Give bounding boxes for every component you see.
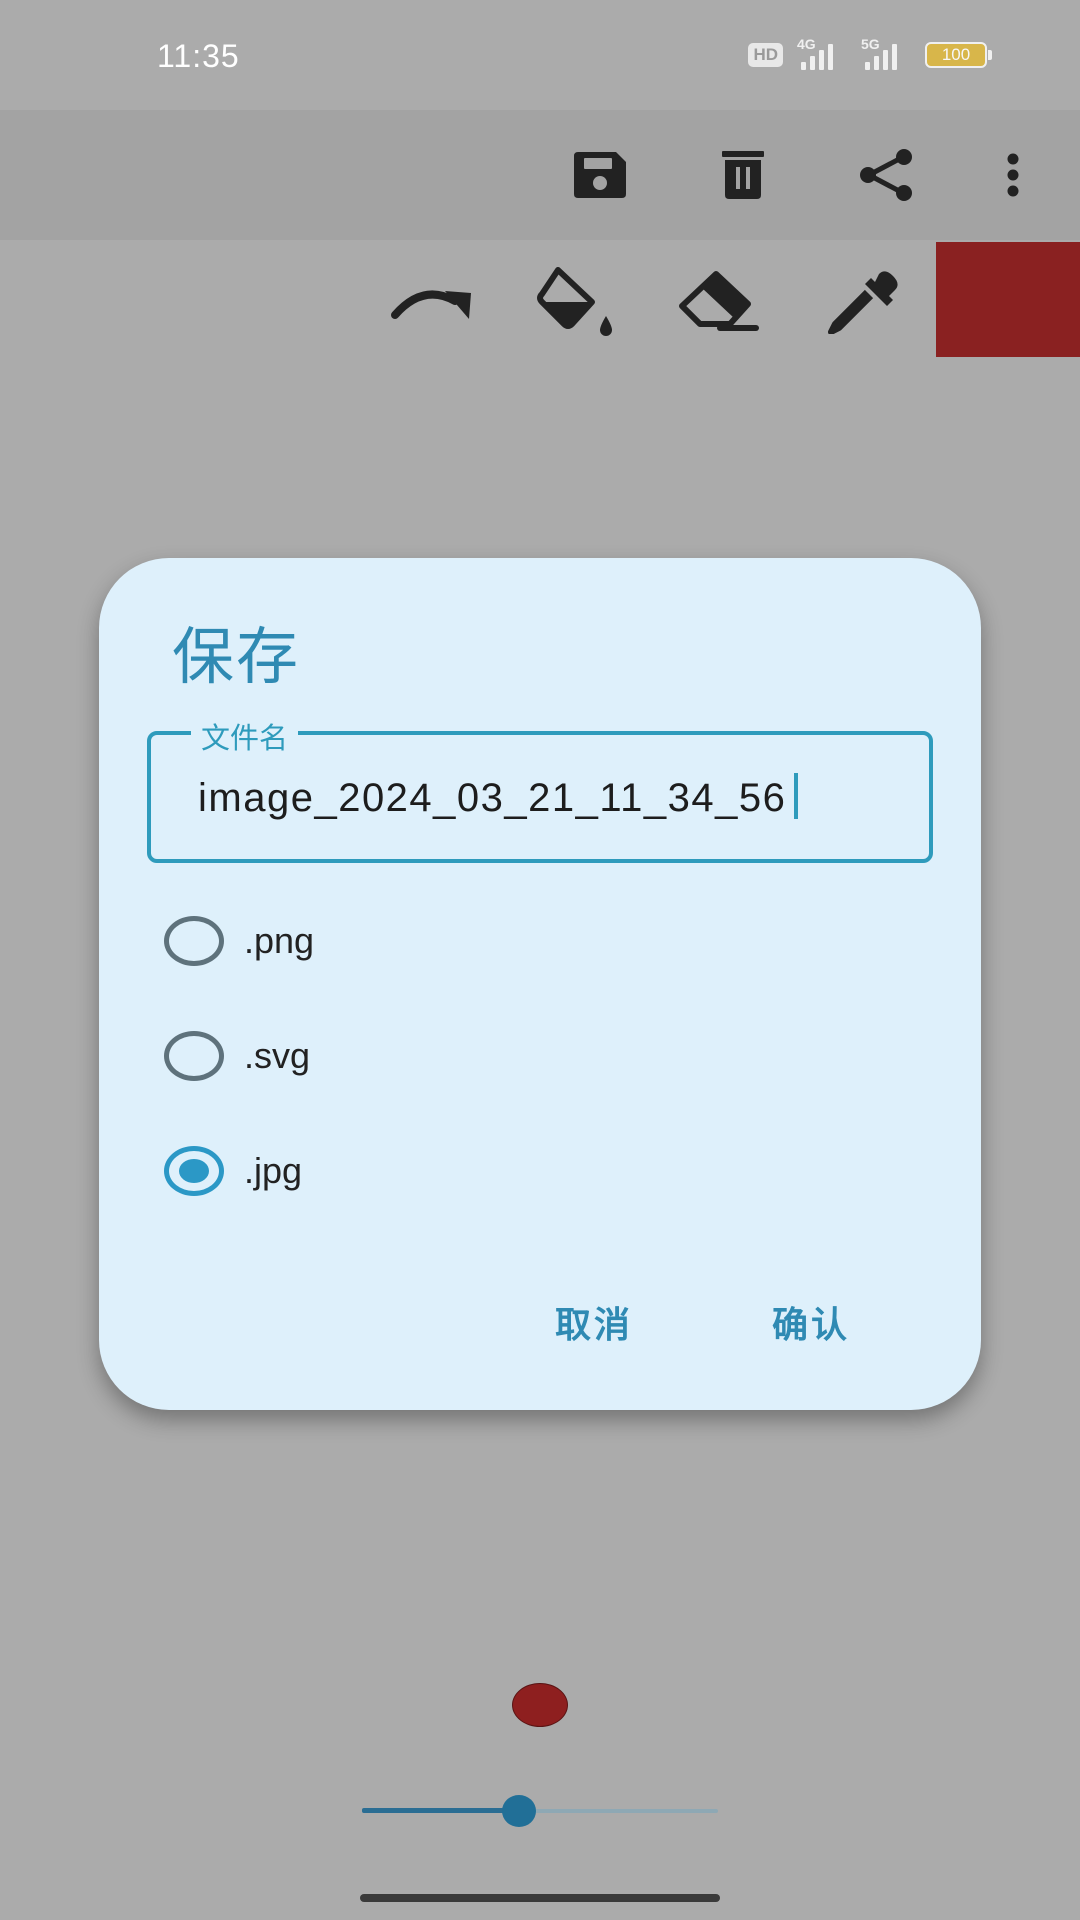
dialog-title: 保存 xyxy=(172,623,301,692)
eyedropper-button[interactable] xyxy=(818,262,908,342)
share-button[interactable] xyxy=(847,135,927,215)
format-option-jpg[interactable]: .jpg xyxy=(164,1136,302,1206)
confirm-button[interactable]: 确认 xyxy=(772,1296,850,1348)
signal-4g-icon: 4G xyxy=(797,36,847,70)
fill-bucket-button[interactable] xyxy=(532,262,622,342)
save-icon xyxy=(574,152,626,198)
top-toolbar xyxy=(0,110,1080,240)
format-option-svg[interactable]: .svg xyxy=(164,1021,310,1091)
text-cursor xyxy=(794,773,799,819)
share-icon xyxy=(860,149,912,201)
filename-input[interactable]: image_2024_03_21_11_34_56 xyxy=(198,773,799,821)
signal-5g-icon: 5G xyxy=(861,36,911,70)
current-color-swatch[interactable] xyxy=(936,242,1080,357)
battery-icon: 100 xyxy=(925,42,992,68)
eyedropper-icon xyxy=(828,271,898,334)
eraser-icon xyxy=(679,271,759,331)
network-type-label: 4G xyxy=(797,36,816,52)
filename-field[interactable]: 文件名 image_2024_03_21_11_34_56 xyxy=(147,715,933,863)
redo-button[interactable] xyxy=(387,262,477,342)
slider-fill xyxy=(362,1808,519,1813)
fill-bucket-icon xyxy=(537,267,612,336)
cancel-button[interactable]: 取消 xyxy=(555,1296,633,1348)
home-indicator[interactable] xyxy=(360,1894,720,1902)
filename-label: 文件名 xyxy=(191,715,299,757)
more-options-button[interactable] xyxy=(973,135,1053,215)
eraser-button[interactable] xyxy=(673,262,763,342)
radio-button-selected[interactable] xyxy=(164,1146,224,1196)
brush-size-slider[interactable] xyxy=(362,1790,718,1830)
status-bar: 11:35 HD 4G 5G 100 xyxy=(0,0,1080,110)
save-button[interactable] xyxy=(560,135,640,215)
battery-level: 100 xyxy=(925,42,987,68)
status-icons: HD 4G 5G 100 xyxy=(748,36,992,70)
delete-button[interactable] xyxy=(703,135,783,215)
save-dialog: 保存 文件名 image_2024_03_21_11_34_56 .png .s… xyxy=(99,558,981,1410)
network-type-label: 5G xyxy=(861,36,880,52)
hd-voice-icon: HD xyxy=(748,43,783,67)
radio-button[interactable] xyxy=(164,1031,224,1081)
redo-icon xyxy=(391,290,471,319)
radio-button[interactable] xyxy=(164,916,224,966)
more-vert-icon xyxy=(1007,153,1019,197)
format-label: .jpg xyxy=(244,1150,303,1191)
delete-icon xyxy=(722,151,764,199)
format-label: .svg xyxy=(244,1035,311,1076)
status-time: 11:35 xyxy=(157,38,240,74)
filename-value: image_2024_03_21_11_34_56 xyxy=(198,776,787,820)
format-label: .png xyxy=(244,920,315,961)
brush-preview xyxy=(512,1683,568,1727)
format-option-png[interactable]: .png xyxy=(164,906,314,976)
slider-thumb[interactable] xyxy=(501,1795,536,1827)
tool-row xyxy=(0,240,1080,358)
